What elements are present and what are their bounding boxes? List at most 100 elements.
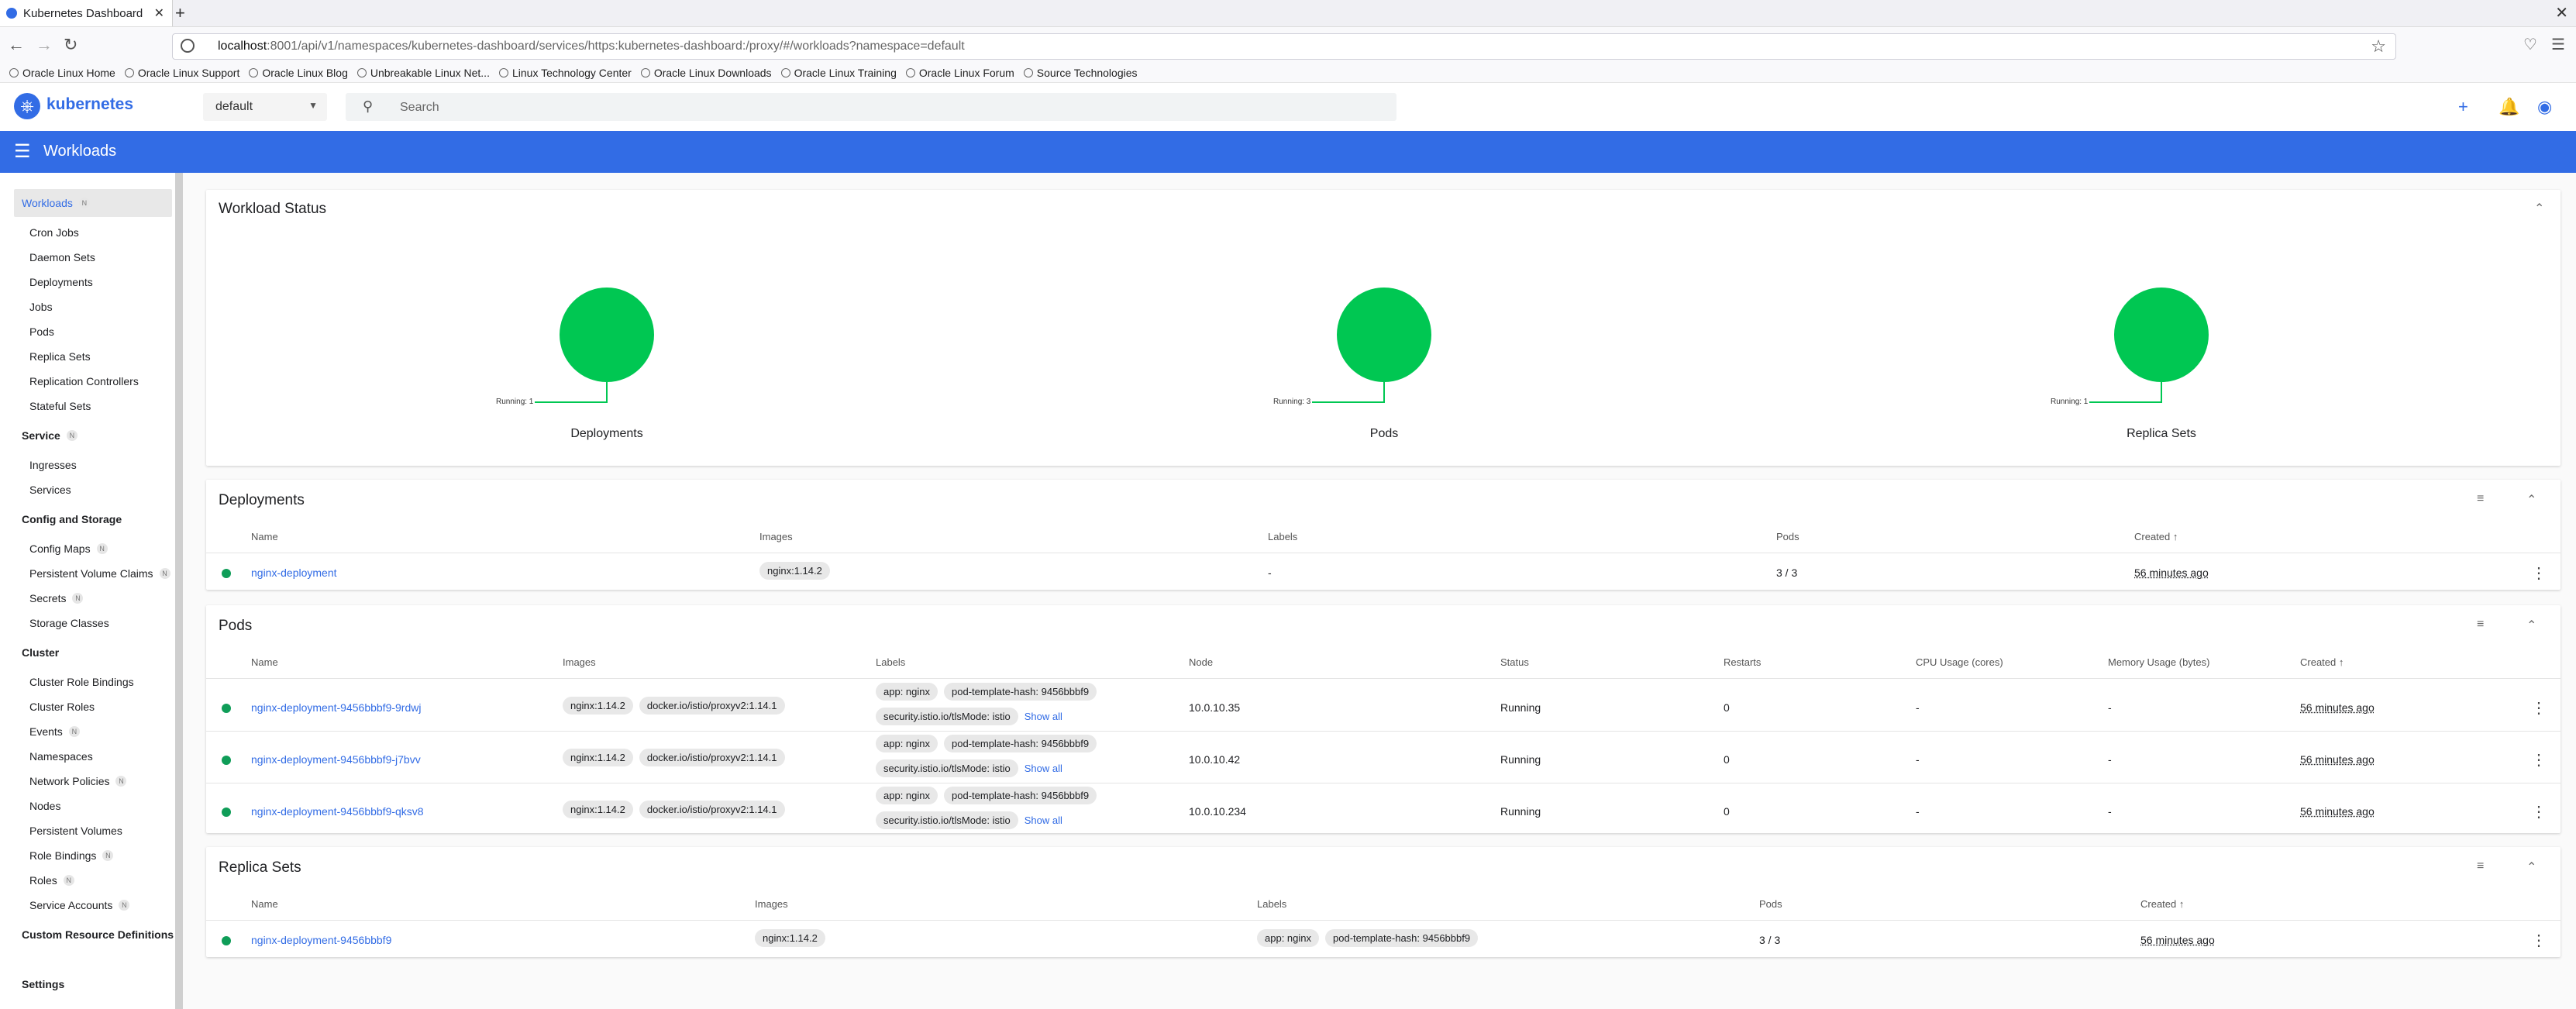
sidebar-item-storage-classes[interactable]: Storage Classes bbox=[29, 617, 109, 629]
sidebar-item-daemon-sets[interactable]: Daemon Sets bbox=[29, 251, 95, 263]
site-info-icon[interactable] bbox=[181, 39, 195, 53]
namespaced-badge: N bbox=[115, 776, 127, 787]
sidebar-item-replica-sets[interactable]: Replica Sets bbox=[29, 350, 91, 363]
bookmark-item[interactable]: Linux Technology Center bbox=[498, 67, 632, 79]
more-actions-icon[interactable]: ⋮ bbox=[2531, 563, 2547, 583]
back-icon[interactable]: ← bbox=[8, 35, 25, 55]
sidebar-item-workloads[interactable]: Workloads N bbox=[14, 189, 172, 217]
globe-icon bbox=[124, 68, 134, 77]
search-input[interactable]: ⚲ Search bbox=[346, 93, 1396, 121]
show-all-link[interactable]: Show all bbox=[1025, 711, 1062, 722]
sidebar-item-jobs[interactable]: Jobs bbox=[29, 301, 53, 313]
column-header[interactable]: Name bbox=[251, 531, 278, 542]
created-cell: 56 minutes ago bbox=[2134, 566, 2209, 579]
pod-name-link[interactable]: nginx-deployment-9456bbbf9-9rdwj bbox=[251, 701, 421, 714]
tab-title: Kubernetes Dashboard bbox=[23, 6, 143, 20]
column-header[interactable]: Created ↑ bbox=[2300, 656, 2344, 668]
filter-icon[interactable]: ≡ bbox=[2477, 618, 2484, 632]
sidebar-group-cluster[interactable]: Cluster bbox=[22, 646, 59, 659]
app-menu-icon[interactable]: ☰ bbox=[2551, 35, 2565, 54]
account-icon[interactable]: ◉ bbox=[2537, 97, 2552, 117]
create-plus-icon[interactable]: + bbox=[2458, 97, 2468, 117]
sidebar-group-config-and-storage[interactable]: Config and Storage bbox=[22, 513, 122, 525]
more-actions-icon[interactable]: ⋮ bbox=[2531, 750, 2547, 770]
created-cell: 56 minutes ago bbox=[2140, 934, 2215, 946]
pocket-icon[interactable]: ♡ bbox=[2523, 35, 2537, 54]
collapse-chevron-icon[interactable]: ⌃ bbox=[2526, 618, 2536, 633]
close-tab-icon[interactable]: ✕ bbox=[154, 5, 164, 21]
window-close-icon[interactable]: ✕ bbox=[2555, 3, 2568, 22]
replica-set-name-link[interactable]: nginx-deployment-9456bbbf9 bbox=[251, 934, 391, 946]
sidebar-item-cron-jobs[interactable]: Cron Jobs bbox=[29, 226, 79, 239]
sidebar-item-config-maps[interactable]: Config Maps N bbox=[29, 542, 108, 555]
collapse-chevron-icon[interactable]: ⌃ bbox=[2526, 859, 2536, 875]
sidebar-item-persistent-volumes[interactable]: Persistent Volumes bbox=[29, 825, 122, 837]
bookmark-item[interactable]: Oracle Linux Home bbox=[9, 67, 115, 79]
more-actions-icon[interactable]: ⋮ bbox=[2531, 802, 2547, 821]
more-actions-icon[interactable]: ⋮ bbox=[2531, 931, 2547, 950]
sidebar-group-custom-resource-definitions[interactable]: Custom Resource Definitions bbox=[22, 928, 174, 941]
column-header: Memory Usage (bytes) bbox=[2108, 656, 2210, 668]
running-label: Running: 3 bbox=[1273, 398, 1311, 406]
sidebar-item-cluster-roles[interactable]: Cluster Roles bbox=[29, 701, 95, 713]
deployment-name-link[interactable]: nginx-deployment bbox=[251, 566, 337, 579]
column-header[interactable]: Name bbox=[251, 898, 278, 910]
bookmark-item[interactable]: Oracle Linux Forum bbox=[905, 67, 1014, 79]
sidebar-item-role-bindings[interactable]: Role Bindings N bbox=[29, 849, 114, 862]
column-header[interactable]: Created ↑ bbox=[2134, 531, 2178, 542]
brand-name[interactable]: kubernetes bbox=[46, 95, 133, 114]
column-header: CPU Usage (cores) bbox=[1916, 656, 2003, 668]
status-ok-icon bbox=[222, 808, 231, 817]
show-all-link[interactable]: Show all bbox=[1025, 763, 1062, 774]
column-header[interactable]: Created ↑ bbox=[2140, 898, 2184, 910]
bookmark-item[interactable]: Oracle Linux Downloads bbox=[640, 67, 772, 79]
sidebar-item-replication-controllers[interactable]: Replication Controllers bbox=[29, 375, 139, 387]
namespaced-badge: N bbox=[159, 568, 170, 579]
sidebar-item-secrets[interactable]: Secrets N bbox=[29, 592, 84, 604]
sidebar-item-nodes[interactable]: Nodes bbox=[29, 800, 60, 812]
sidebar-item-events[interactable]: Events N bbox=[29, 725, 80, 738]
pods-cell: 3 / 3 bbox=[1776, 566, 1798, 579]
bookmark-item[interactable]: Oracle Linux Support bbox=[124, 67, 239, 79]
bookmark-item[interactable]: Oracle Linux Blog bbox=[249, 67, 348, 79]
forward-icon[interactable]: → bbox=[36, 35, 53, 55]
show-all-link[interactable]: Show all bbox=[1025, 814, 1062, 826]
new-tab-icon[interactable]: + bbox=[175, 3, 185, 23]
namespace-selector[interactable]: default ▼ bbox=[203, 93, 327, 121]
sidebar-item-persistent-volume-claims[interactable]: Persistent Volume Claims N bbox=[29, 567, 170, 580]
filter-icon[interactable]: ≡ bbox=[2477, 492, 2484, 506]
sidebar-item-network-policies[interactable]: Network Policies N bbox=[29, 775, 127, 787]
sidebar-item-pods[interactable]: Pods bbox=[29, 325, 54, 338]
sidebar-item-stateful-sets[interactable]: Stateful Sets bbox=[29, 400, 91, 412]
pod-name-link[interactable]: nginx-deployment-9456bbbf9-j7bvv bbox=[251, 753, 421, 766]
sidebar-item-namespaces[interactable]: Namespaces bbox=[29, 750, 93, 763]
sidebar-scrollbar[interactable] bbox=[175, 173, 183, 1009]
bookmark-item[interactable]: Source Technologies bbox=[1023, 67, 1138, 79]
collapse-chevron-icon[interactable]: ⌃ bbox=[2526, 492, 2536, 508]
bookmark-star-icon[interactable]: ☆ bbox=[2371, 36, 2386, 57]
sidebar-item-settings[interactable]: Settings bbox=[22, 978, 64, 990]
column-header[interactable]: Name bbox=[251, 656, 278, 668]
url-bar[interactable]: localhost:8001/api/v1/namespaces/kuberne… bbox=[172, 33, 2396, 60]
dashboard-header: ⎈ kubernetes default ▼ ⚲ Search + 🔔 ◉ bbox=[0, 83, 2576, 132]
bookmark-item[interactable]: Oracle Linux Training bbox=[780, 67, 897, 79]
notifications-bell-icon[interactable]: 🔔 bbox=[2499, 97, 2519, 117]
collapse-chevron-icon[interactable]: ⌃ bbox=[2534, 201, 2544, 216]
hamburger-menu-icon[interactable]: ☰ bbox=[14, 140, 31, 163]
sidebar-item-cluster-role-bindings[interactable]: Cluster Role Bindings bbox=[29, 676, 134, 688]
workload-status-card: Workload Status ⌃ Running: 1 Deployments… bbox=[206, 190, 2561, 466]
sidebar-item-roles[interactable]: Roles N bbox=[29, 874, 74, 887]
browser-tab[interactable]: Kubernetes Dashboard ✕ bbox=[0, 0, 173, 26]
globe-icon bbox=[1023, 68, 1033, 77]
filter-icon[interactable]: ≡ bbox=[2477, 859, 2484, 873]
more-actions-icon[interactable]: ⋮ bbox=[2531, 698, 2547, 718]
sidebar-item-service-accounts[interactable]: Service Accounts N bbox=[29, 899, 130, 911]
reload-icon[interactable]: ↻ bbox=[64, 35, 77, 55]
sidebar-item-ingresses[interactable]: Ingresses bbox=[29, 459, 77, 471]
sidebar-group-service[interactable]: Service N bbox=[22, 429, 77, 442]
sidebar-item-deployments[interactable]: Deployments bbox=[29, 276, 93, 288]
pod-name-link[interactable]: nginx-deployment-9456bbbf9-qksv8 bbox=[251, 805, 424, 818]
bookmark-item[interactable]: Unbreakable Linux Net... bbox=[356, 67, 490, 79]
kubernetes-logo-icon[interactable]: ⎈ bbox=[14, 93, 40, 119]
sidebar-item-services[interactable]: Services bbox=[29, 484, 71, 496]
